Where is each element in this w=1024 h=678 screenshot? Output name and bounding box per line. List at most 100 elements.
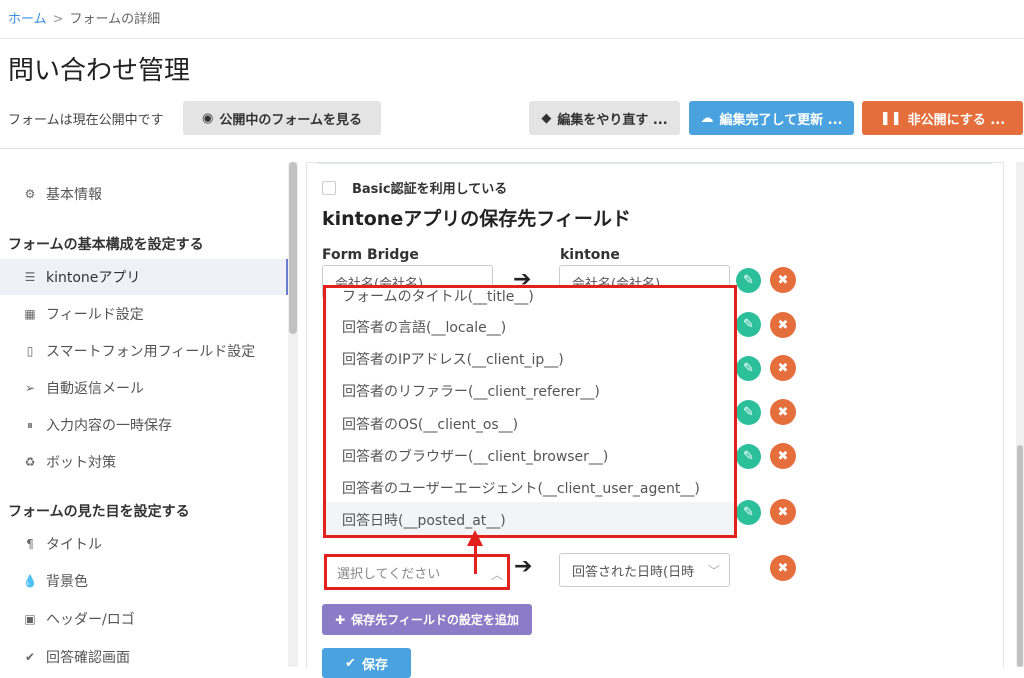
formbridge-field-select-empty[interactable]: 選択してください ︿ — [324, 554, 510, 590]
sidebar-item-confirm-screen[interactable]: ✔ 回答確認画面 — [0, 639, 288, 675]
panel-divider — [318, 163, 992, 164]
delete-button[interactable]: ✖ — [770, 555, 796, 581]
edit-icon: ✎ — [743, 361, 754, 376]
column-header-formbridge: Form Bridge — [322, 247, 419, 263]
finish-update-button-label: 編集完了して更新 ... — [719, 112, 843, 128]
close-icon: ✖ — [777, 360, 789, 376]
delete-button[interactable]: ✖ — [770, 267, 796, 293]
select-placeholder: 選択してください — [337, 566, 441, 582]
sidebar-item-header-logo[interactable]: ▣ ヘッダー/ロゴ — [0, 601, 288, 637]
edit-icon: ✎ — [743, 317, 754, 332]
breadcrumb: ホーム > フォームの詳細 — [8, 8, 160, 27]
save-button[interactable]: ✔ 保存 — [322, 648, 411, 678]
page-scrollbar-thumb[interactable] — [1017, 445, 1023, 667]
breadcrumb-current: フォームの詳細 — [69, 12, 161, 27]
sidebar-item-bot-protection[interactable]: ♻ ボット対策 — [0, 444, 288, 480]
status-text: フォームは現在公開中です — [8, 113, 164, 128]
unpublish-button-label: 非公開にする ... — [907, 112, 1006, 128]
sidebar-item-label: kintoneアプリ — [46, 270, 141, 286]
close-icon: ✖ — [777, 504, 789, 520]
image-icon: ▣ — [24, 612, 36, 626]
delete-button[interactable]: ✖ — [770, 355, 796, 381]
sidebar-item-smartphone-fields[interactable]: ▯ スマートフォン用フィールド設定 — [0, 333, 288, 369]
chevron-up-icon: ︿ — [491, 568, 504, 582]
edit-icon: ✎ — [743, 449, 754, 464]
plus-icon: ✚ — [335, 612, 346, 627]
dropdown-option-selected[interactable]: 回答日時(__posted_at__) — [342, 510, 506, 530]
view-form-button[interactable]: ◉ 公開中のフォームを見る — [183, 101, 381, 135]
database-icon: ☰ — [24, 270, 36, 284]
dropdown-option[interactable]: 回答者のIPアドレス(__client_ip__) — [342, 349, 564, 369]
pause-icon: ❚❚ — [879, 110, 902, 126]
eraser-icon: ◆ — [541, 110, 552, 126]
dropdown-option[interactable]: 回答者のリファラー(__client_referer__) — [342, 381, 600, 401]
view-form-button-label: 公開中のフォームを見る — [219, 112, 362, 128]
sidebar-item-label: フィールド設定 — [46, 307, 144, 323]
sidebar-section-look: フォームの見た目を設定する — [8, 504, 190, 520]
header-divider — [0, 38, 1024, 39]
sidebar-section-basic: フォームの基本構成を設定する — [8, 237, 204, 253]
sidebar-scrollbar-thumb[interactable] — [289, 162, 297, 334]
check-icon: ✔ — [24, 650, 36, 664]
close-icon: ✖ — [777, 272, 789, 288]
edit-button[interactable]: ✎ — [736, 268, 761, 293]
sidebar-item-label: 回答確認画面 — [46, 650, 130, 666]
edit-button[interactable]: ✎ — [736, 500, 761, 525]
toolbar-divider — [0, 148, 1024, 149]
close-icon: ✖ — [777, 560, 789, 576]
grid-icon: ▦ — [24, 307, 36, 321]
delete-button[interactable]: ✖ — [770, 312, 796, 338]
sidebar-item-label: ボット対策 — [46, 455, 116, 471]
sidebar-item-kintone-app[interactable]: ☰ kintoneアプリ — [0, 259, 288, 295]
redo-button[interactable]: ◆ 編集をやり直す ... — [529, 101, 680, 135]
annotation-arrow-shaft — [474, 546, 477, 574]
tint-icon: 💧 — [22, 574, 38, 588]
finish-update-button[interactable]: ☁ 編集完了して更新 ... — [689, 101, 854, 135]
annotation-arrow-up-icon — [467, 530, 483, 546]
section-title: kintoneアプリの保存先フィールド — [322, 208, 631, 230]
recycle-icon: ♻ — [24, 455, 36, 469]
unpublish-button[interactable]: ❚❚ 非公開にする ... — [862, 101, 1023, 135]
cloud-upload-icon: ☁ — [700, 110, 714, 126]
sidebar-item-label: スマートフォン用フィールド設定 — [46, 344, 256, 360]
sidebar-item-label: ヘッダー/ロゴ — [46, 612, 135, 628]
basic-auth-checkbox[interactable] — [322, 181, 336, 195]
edit-button[interactable]: ✎ — [736, 444, 761, 469]
page-title: 問い合わせ管理 — [8, 56, 191, 86]
sidebar-item-background-color[interactable]: 💧 背景色 — [0, 563, 288, 599]
sidebar-item-basic-info[interactable]: ⚙ 基本情報 — [0, 176, 288, 212]
edit-button[interactable]: ✎ — [736, 400, 761, 425]
sidebar-item-label: 基本情報 — [46, 187, 102, 203]
dropdown-option[interactable]: フォームのタイトル(__title__) — [342, 288, 534, 306]
sidebar-item-auto-reply-mail[interactable]: ➢ 自動返信メール — [0, 370, 288, 406]
dropdown-option[interactable]: 回答者の言語(__locale__) — [342, 317, 506, 337]
sidebar-item-field-settings[interactable]: ▦ フィールド設定 — [0, 296, 288, 332]
dropdown-option[interactable]: 回答者のOS(__client_os__) — [342, 414, 518, 434]
dropdown-option[interactable]: 回答者のユーザーエージェント(__client_user_agent__) — [342, 478, 700, 498]
paragraph-icon: ¶ — [26, 537, 34, 551]
column-header-kintone: kintone — [560, 247, 620, 263]
edit-button[interactable]: ✎ — [736, 312, 761, 337]
mobile-icon: ▯ — [26, 344, 34, 358]
delete-button[interactable]: ✖ — [770, 499, 796, 525]
edit-icon: ✎ — [743, 405, 754, 420]
redo-button-label: 編集をやり直す ... — [557, 112, 668, 128]
kintone-datetime-select[interactable]: 回答された日時(日時 ﹀ — [559, 553, 730, 587]
dropdown-option[interactable]: 回答者のブラウザー(__client_browser__) — [342, 446, 608, 466]
edit-button[interactable]: ✎ — [736, 356, 761, 381]
breadcrumb-home-link[interactable]: ホーム — [8, 12, 47, 27]
delete-button[interactable]: ✖ — [770, 399, 796, 425]
save-button-label: 保存 — [361, 657, 388, 673]
sidebar-item-temp-save[interactable]: ⏸ 入力内容の一時保存 — [0, 407, 288, 443]
chevron-down-icon: ﹀ — [708, 563, 721, 578]
sidebar-item-title[interactable]: ¶ タイトル — [0, 526, 288, 562]
pause-circle-icon: ⏸ — [26, 417, 33, 432]
add-field-setting-button[interactable]: ✚ 保存先フィールドの設定を追加 — [322, 604, 532, 635]
sidebar-item-label: 背景色 — [46, 574, 88, 590]
arrow-right-icon: ➔ — [514, 554, 533, 579]
sidebar-item-label: 入力内容の一時保存 — [46, 418, 172, 434]
breadcrumb-separator: > — [52, 12, 64, 27]
close-icon: ✖ — [777, 404, 789, 420]
delete-button[interactable]: ✖ — [770, 443, 796, 469]
close-icon: ✖ — [777, 317, 789, 333]
